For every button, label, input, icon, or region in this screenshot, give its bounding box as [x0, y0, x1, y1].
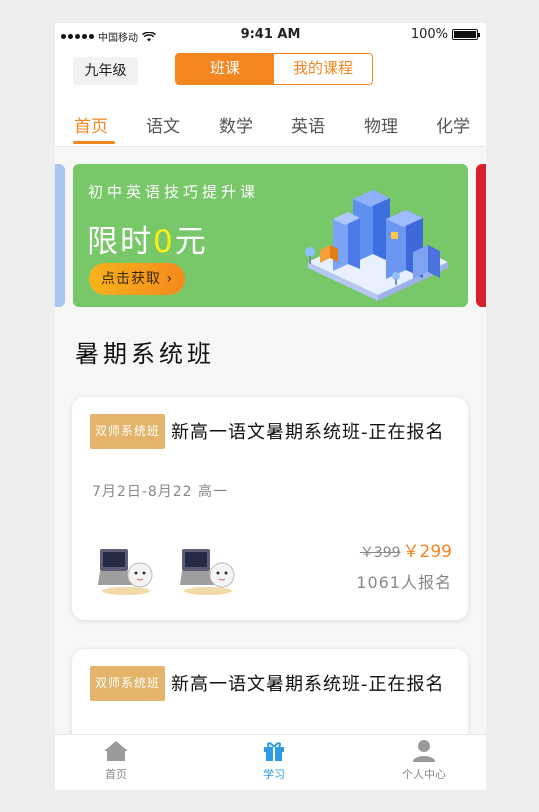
battery-group: 100% [410, 27, 480, 42]
course-title-text: 新高一语文暑期系统班-正在报名 [171, 422, 445, 443]
battery-percent: 100% [410, 27, 448, 42]
bottom-nav: 首页 学习 个人中心 [55, 734, 486, 790]
teacher-avatar-2 [180, 549, 235, 595]
nav-home[interactable]: 首页 [66, 739, 166, 782]
nav-profile[interactable]: 个人中心 [374, 739, 474, 782]
nav-home-label: 首页 [105, 768, 127, 781]
teacher-avatars [96, 537, 238, 597]
banner-headline-highlight: 0 [153, 224, 175, 260]
course-old-price: ￥399 [359, 545, 401, 561]
section-title: 暑期系统班 [75, 340, 215, 368]
course-segment-control: 班课 我的课程 [175, 53, 373, 85]
course-title: 双师系统班 新高一语文暑期系统班-正在报名 [90, 666, 455, 701]
banner-headline-suffix: 元 [174, 224, 208, 260]
next-banner-peek[interactable] [476, 164, 486, 307]
tab-chinese[interactable]: 语文 [146, 112, 180, 137]
tab-chemistry[interactable]: 化学 [436, 112, 470, 137]
tab-english[interactable]: 英语 [291, 112, 325, 137]
header: 九年级 班课 我的课程 首页 语文 数学 英语 物理 化学 [55, 49, 486, 147]
course-enroll-count: 1061人报名 [356, 573, 452, 592]
gift-icon [264, 742, 284, 761]
grade-selector[interactable]: 九年级 [73, 57, 138, 85]
status-bar: 中国移动 9:41 AM 100% [55, 23, 486, 49]
course-title: 双师系统班 新高一语文暑期系统班-正在报名 [90, 414, 455, 449]
city-illustration [305, 190, 448, 301]
course-title-text: 新高一语文暑期系统班-正在报名 [171, 674, 445, 695]
course-new-price: ￥299 [402, 542, 452, 562]
nav-profile-label: 个人中心 [402, 768, 446, 781]
course-price: ￥399 ￥299 [360, 537, 452, 562]
teacher-avatar-1 [98, 549, 153, 595]
phone-screen: 中国移动 9:41 AM 100% 九年级 班课 我的课程 首页 语文 数学 英… [55, 23, 486, 790]
tab-math[interactable]: 数学 [219, 112, 253, 137]
nav-study-label: 学习 [263, 768, 285, 781]
course-card[interactable]: 双师系统班 新高一语文暑期系统班-正在报名 7月2日-8月22 高一 ￥399 … [72, 397, 468, 620]
banner-subtitle: 初中英语技巧提升课 [88, 183, 260, 201]
course-schedule: 7月2日-8月22 高一 [92, 484, 229, 500]
promo-banner[interactable]: 初中英语技巧提升课 限时0元 点击获取 › [73, 164, 468, 307]
battery-icon [452, 29, 480, 40]
banner-headline-prefix: 限时 [87, 224, 153, 260]
nav-study[interactable]: 学习 [224, 739, 324, 782]
segment-my-courses[interactable]: 我的课程 [274, 54, 372, 84]
subject-tabs: 首页 语文 数学 英语 物理 化学 [55, 112, 486, 142]
tab-home[interactable]: 首页 [74, 112, 108, 137]
home-icon [104, 741, 128, 761]
banner-headline: 限时0元 [87, 216, 208, 261]
active-tab-indicator [73, 141, 115, 144]
course-badge: 双师系统班 [90, 666, 166, 701]
course-badge: 双师系统班 [90, 414, 166, 449]
segment-class[interactable]: 班课 [176, 54, 274, 84]
prev-banner-peek[interactable] [55, 164, 65, 307]
user-icon [413, 740, 435, 762]
banner-cta-button[interactable]: 点击获取 › [89, 263, 186, 295]
tab-physics[interactable]: 物理 [364, 112, 398, 137]
